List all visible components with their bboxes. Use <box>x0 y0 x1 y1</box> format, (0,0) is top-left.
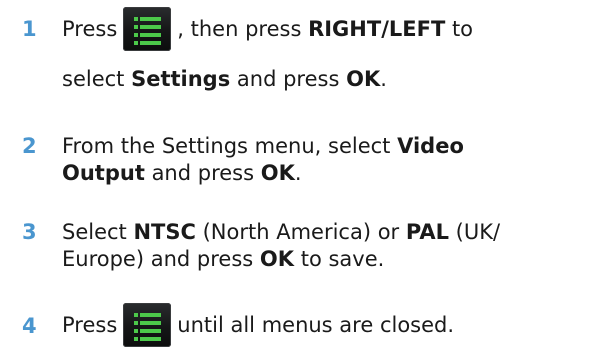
step-text: to save. <box>300 247 385 271</box>
step-text: (UK/ <box>455 220 501 244</box>
step-text: From the Settings menu, select <box>62 134 391 158</box>
option-label: PAL <box>405 220 449 244</box>
key-label: RIGHT/LEFT <box>308 16 446 41</box>
menu-list-icon <box>123 303 172 347</box>
step-text: . <box>294 161 302 185</box>
step-2: 2 From the Settings menu, select Video O… <box>22 133 589 187</box>
menu-list-icon <box>123 7 172 51</box>
menu-label: Output <box>62 161 145 185</box>
step-text: to <box>451 16 474 41</box>
step-text: until all menus are closed. <box>177 312 455 337</box>
step-text: . <box>380 67 387 91</box>
step-text: and press <box>236 67 340 91</box>
menu-label: Video <box>397 134 464 158</box>
step-text: select <box>62 67 125 91</box>
step-1: 1 Press , then press RIGHT/LEFT to selec… <box>22 6 589 93</box>
step-text: Europe) and press <box>62 247 254 271</box>
menu-label: Settings <box>131 67 231 91</box>
key-label: OK <box>260 161 295 185</box>
step-text: Press <box>62 312 118 337</box>
option-label: NTSC <box>133 220 196 244</box>
step-text: , then press <box>177 16 302 41</box>
step-number: 1 <box>22 17 37 41</box>
key-label: OK <box>346 67 381 91</box>
key-label: OK <box>259 247 295 271</box>
step-text: Select <box>62 220 127 244</box>
step-number: 2 <box>22 134 37 158</box>
step-3: 3 Select NTSC (North America) or PAL (UK… <box>22 219 589 273</box>
step-number: 4 <box>22 314 37 338</box>
step-text: (North America) or <box>202 220 400 244</box>
step-text: and press <box>151 161 255 185</box>
step-number: 3 <box>22 220 37 244</box>
step-4: 4 Press until all menus are closed. <box>22 303 589 347</box>
step-text: Press <box>62 16 118 41</box>
